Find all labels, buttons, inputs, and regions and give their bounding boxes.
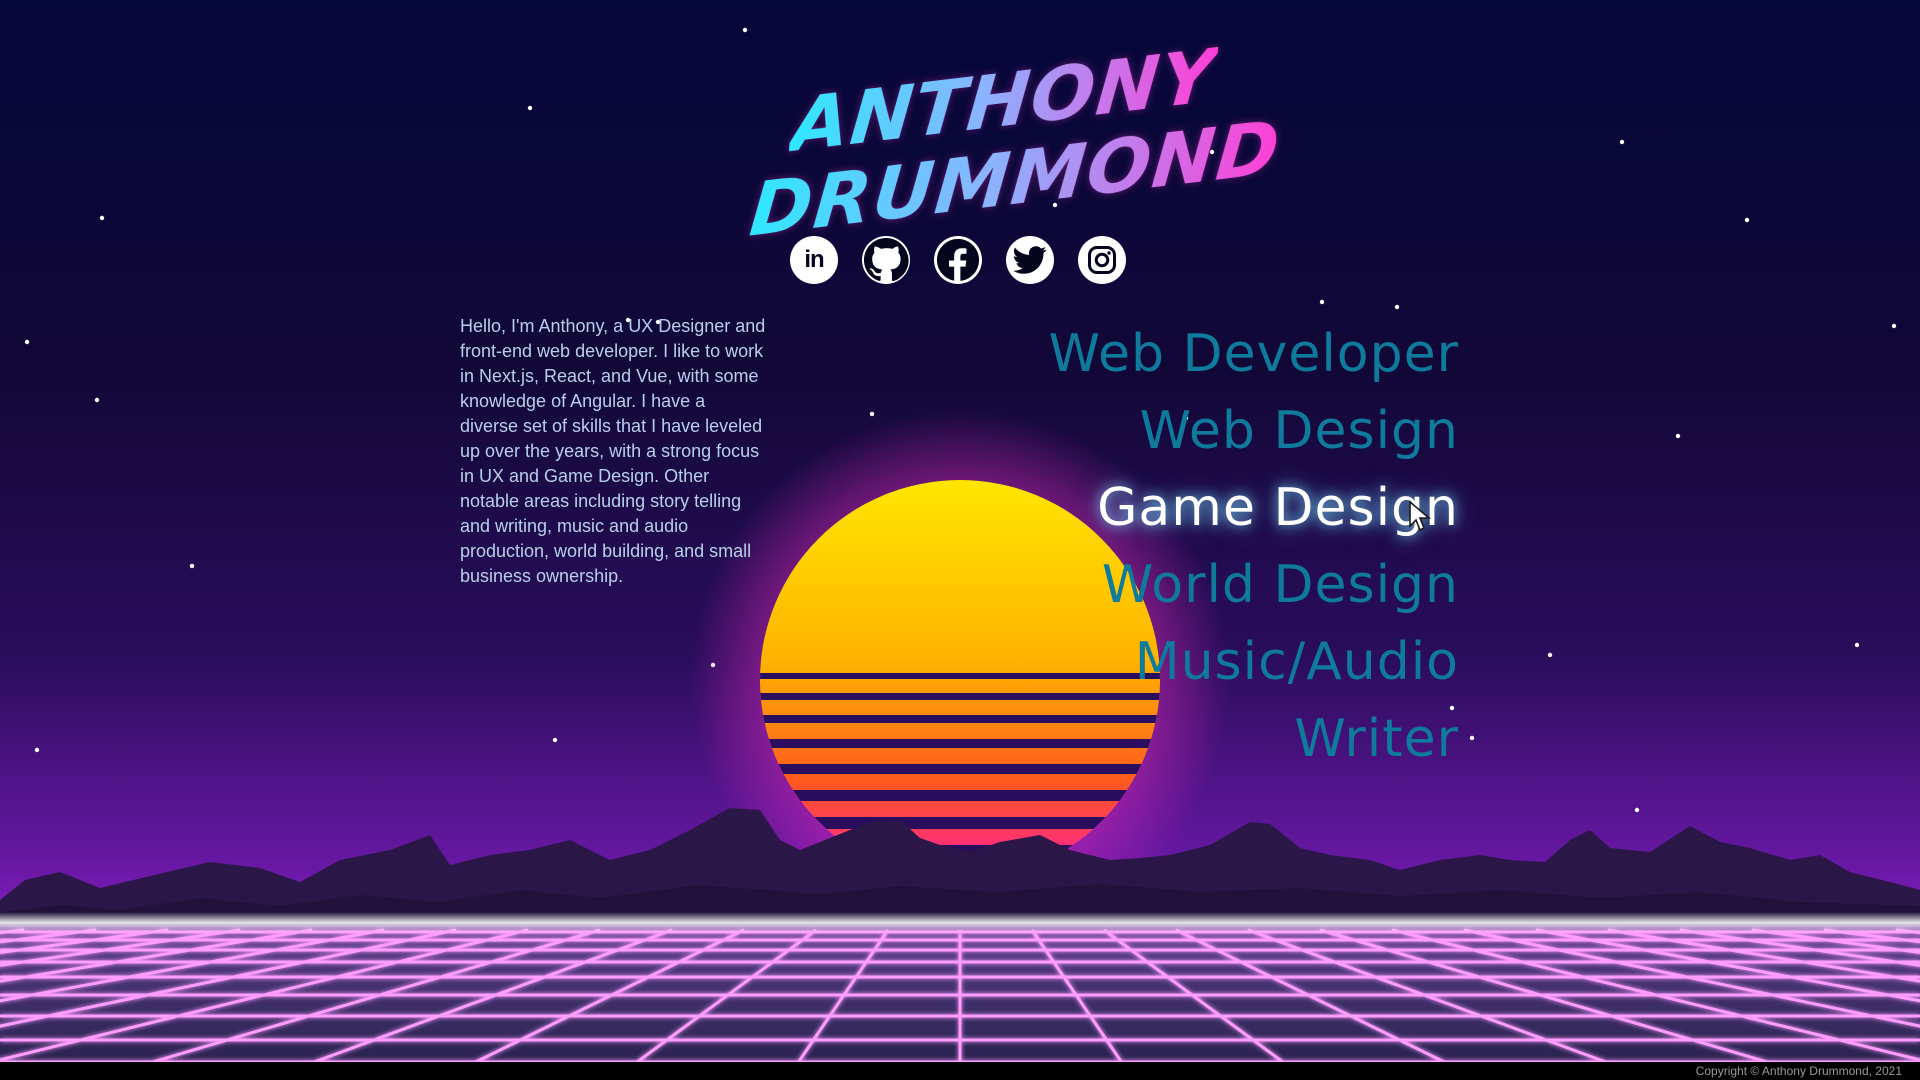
horizon-glow [0, 912, 1920, 934]
facebook-link[interactable] [934, 236, 982, 284]
skills-menu: Web Developer Web Design Game Design Wor… [1049, 316, 1459, 778]
star [99, 215, 105, 221]
github-link[interactable] [862, 236, 910, 284]
star [1469, 735, 1475, 741]
star [1675, 433, 1681, 439]
linkedin-link[interactable]: in [790, 236, 838, 284]
skill-web-developer[interactable]: Web Developer [1049, 316, 1459, 393]
star [1394, 304, 1400, 310]
star [869, 411, 875, 417]
social-links: in [790, 236, 1126, 284]
instagram-link[interactable] [1078, 236, 1126, 284]
instagram-icon [1088, 246, 1116, 274]
star [1319, 299, 1325, 305]
twitter-icon [1013, 246, 1047, 274]
star [94, 397, 100, 403]
star [34, 747, 40, 753]
github-icon [863, 237, 909, 282]
star [552, 737, 558, 743]
star [742, 27, 748, 33]
footer: Copyright © Anthony Drummond, 2021 [0, 1062, 1920, 1080]
skill-music-audio[interactable]: Music/Audio [1135, 624, 1459, 701]
star [1744, 217, 1750, 223]
star [24, 339, 30, 345]
star [1547, 652, 1553, 658]
twitter-link[interactable] [1006, 236, 1054, 284]
skill-game-design[interactable]: Game Design [1097, 470, 1459, 547]
skill-web-design[interactable]: Web Design [1140, 393, 1459, 470]
skill-world-design[interactable]: World Design [1102, 547, 1459, 624]
star [189, 563, 195, 569]
star [1891, 323, 1897, 329]
linkedin-icon: in [804, 246, 824, 273]
logo: ANTHONY DRUMMOND [720, 33, 1283, 253]
star [1634, 807, 1640, 813]
skill-writer[interactable]: Writer [1294, 701, 1459, 778]
facebook-icon [936, 238, 980, 282]
star [527, 105, 533, 111]
mouse-cursor-icon [1409, 500, 1432, 532]
star [1854, 642, 1860, 648]
star [1619, 139, 1625, 145]
about-text: Hello, I'm Anthony, a UX Designer and fr… [460, 316, 766, 586]
copyright-text: Copyright © Anthony Drummond, 2021 [1695, 1064, 1902, 1078]
